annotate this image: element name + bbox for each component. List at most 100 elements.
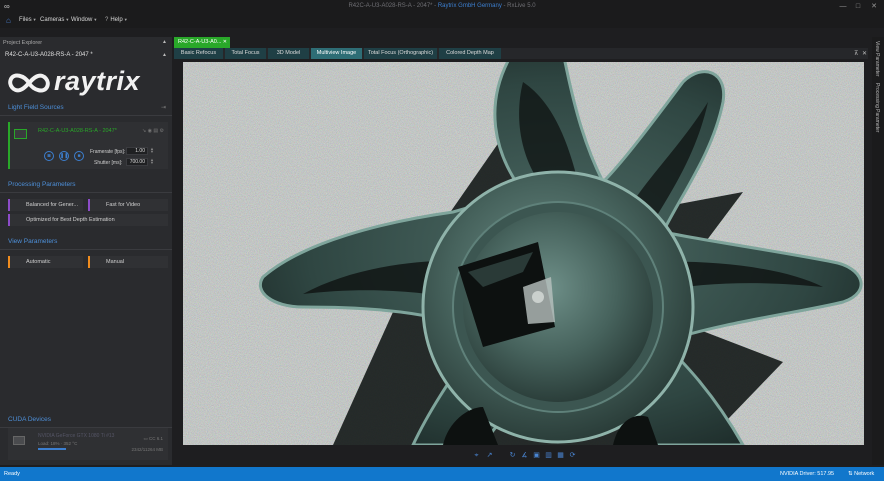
viewer-toolbar: ⌖ ↗ ↻ ∡ ▣ ▥ ▦ ⟳ bbox=[174, 446, 868, 466]
chevron-down-icon: ▼ bbox=[32, 17, 37, 22]
menu-bar: ⌂ Files▼ Cameras▼ Window▼ ? Help▼ bbox=[0, 14, 884, 28]
chevron-down-icon: ▼ bbox=[65, 17, 70, 22]
gpu-icon bbox=[13, 436, 25, 445]
chevron-down-icon: ▼ bbox=[123, 17, 128, 22]
framerate-label: Framerate [fps]: bbox=[90, 149, 126, 155]
cuda-devices-title: CUDA Devices bbox=[8, 416, 51, 423]
project-explorer-panel: Project Explorer ▲ R42-C-A-U3-A028-RS-A … bbox=[0, 37, 172, 465]
menu-cameras-label: Cameras bbox=[40, 17, 65, 23]
pause-button[interactable]: ❚❚ bbox=[59, 151, 69, 161]
tab-basic-refocus[interactable]: Basic Refocus bbox=[174, 48, 224, 59]
menu-help-label: Help bbox=[110, 17, 123, 23]
select-tool-icon[interactable]: ⌖ bbox=[472, 451, 481, 460]
logo-text: raytrix bbox=[54, 66, 141, 96]
tab-overflow-icon[interactable]: ⊼ bbox=[854, 50, 858, 57]
multiview-image-viewer[interactable] bbox=[183, 62, 864, 445]
view-option-manual[interactable]: Manual bbox=[88, 256, 168, 268]
view-tabs: Basic Refocus Total Focus 3D Model Multi… bbox=[174, 48, 868, 59]
document-tab-label: R42-C-A-U3-A0... bbox=[178, 39, 222, 45]
grid-tool-icon[interactable]: ▦ bbox=[556, 451, 565, 460]
option-label: Optimized for Best Depth Estimation bbox=[26, 217, 115, 223]
link-icon[interactable]: ↘ bbox=[142, 128, 146, 134]
framerate-input[interactable]: 1.00 bbox=[126, 147, 148, 155]
tab-colored-depth-map[interactable]: Colored Depth Map bbox=[439, 48, 502, 59]
menu-files[interactable]: Files▼ bbox=[19, 17, 37, 23]
option-marker bbox=[8, 256, 10, 268]
close-button[interactable]: ✕ bbox=[867, 1, 881, 12]
histogram-tool-icon[interactable]: ▥ bbox=[544, 451, 553, 460]
status-network-label: Network bbox=[854, 471, 875, 477]
settings-icon[interactable]: ⚙ bbox=[160, 128, 164, 134]
shutter-input[interactable]: 700.00 bbox=[126, 158, 148, 166]
gpu-version: CC 6.1 bbox=[148, 436, 163, 441]
menu-window[interactable]: Window▼ bbox=[71, 17, 97, 23]
menu-help[interactable]: ? Help▼ bbox=[104, 17, 128, 23]
close-icon[interactable]: ✕ bbox=[223, 37, 227, 48]
pointer-tool-icon[interactable]: ↗ bbox=[485, 451, 494, 460]
divider bbox=[0, 115, 172, 116]
tab-multiview-image[interactable]: Multiview Image bbox=[311, 48, 363, 59]
shutter-spinner[interactable]: ▲ ▼ bbox=[150, 158, 154, 165]
tab-total-focus[interactable]: Total Focus bbox=[225, 48, 267, 59]
project-name[interactable]: R42-C-A-U3-A028-RS-A - 2047 * bbox=[5, 52, 93, 58]
shutter-label: Shutter [ms]: bbox=[94, 160, 123, 166]
gpu-load: Load: 18% · 352 °C bbox=[38, 441, 78, 446]
tab-total-focus-orthographic[interactable]: Total Focus (Orthographic) bbox=[364, 48, 438, 59]
rotate-tool-icon[interactable]: ↻ bbox=[508, 451, 517, 460]
menu-cameras[interactable]: Cameras▼ bbox=[40, 17, 69, 23]
image-tool-icon[interactable]: ▣ bbox=[532, 451, 541, 460]
option-marker bbox=[88, 199, 90, 211]
rxlive-window: ∞ R42C-A-U3-A028-RS-A - 2047* - Raytrix … bbox=[0, 0, 884, 481]
view-option-automatic[interactable]: Automatic bbox=[8, 256, 83, 268]
window-title-brand: Raytrix GmbH Germany bbox=[437, 3, 502, 9]
maximize-button[interactable]: □ bbox=[851, 1, 865, 12]
divider bbox=[0, 192, 172, 193]
eye-icon[interactable]: ◉ bbox=[148, 128, 152, 134]
document-icon[interactable]: ▤ bbox=[153, 128, 158, 134]
processing-parameters-title: Processing Parameters bbox=[8, 181, 76, 188]
raytrix-logo: raytrix bbox=[6, 63, 166, 103]
camera-card[interactable]: R42-C-A-U3-A028-RS-A - 2047* ↘ ◉ ▤ ⚙ ◙ ❚… bbox=[8, 122, 168, 169]
gpu-name: NVIDIA GeForce GTX 1080 Ti #13 bbox=[38, 433, 115, 439]
light-field-sources-title: Light Field Sources bbox=[8, 104, 64, 111]
processing-option-fast[interactable]: Fast for Video bbox=[88, 199, 168, 211]
status-network[interactable]: ⇅ Network bbox=[848, 471, 874, 477]
window-title-suffix: - RxLive 5.0 bbox=[503, 3, 536, 9]
gpu-compute-capability: ▭ CC 6.1 bbox=[143, 436, 163, 442]
home-icon[interactable]: ⌂ bbox=[6, 16, 15, 25]
processing-option-best-depth[interactable]: Optimized for Best Depth Estimation bbox=[8, 214, 168, 226]
minimize-button[interactable]: — bbox=[836, 1, 850, 12]
camera-active-marker bbox=[8, 122, 10, 169]
export-icon[interactable]: ⇥ bbox=[161, 104, 166, 111]
framerate-spinner[interactable]: ▲ ▼ bbox=[150, 147, 154, 154]
view-parameters-title: View Parameters bbox=[8, 238, 58, 245]
view-parameter-dock-tab[interactable]: View Parameter bbox=[874, 41, 880, 76]
option-label: Manual bbox=[106, 259, 125, 265]
angle-tool-icon[interactable]: ∡ bbox=[520, 451, 529, 460]
question-icon: ? bbox=[105, 17, 109, 23]
stop-button[interactable]: ■ bbox=[74, 151, 84, 161]
window-title-prefix: R42C-A-U3-A028-RS-A - 2047* - bbox=[348, 3, 437, 9]
panel-header: Project Explorer bbox=[3, 40, 43, 46]
option-marker bbox=[88, 256, 90, 268]
pin-icon[interactable]: ▲ bbox=[162, 39, 167, 45]
collapse-icon[interactable]: ▲ bbox=[162, 52, 167, 58]
window-title: R42C-A-U3-A028-RS-A - 2047* - Raytrix Gm… bbox=[0, 3, 884, 9]
option-label: Automatic bbox=[26, 259, 51, 265]
option-marker bbox=[8, 199, 10, 211]
title-bar: ∞ R42C-A-U3-A028-RS-A - 2047* - Raytrix … bbox=[0, 0, 884, 14]
tab-3d-model[interactable]: 3D Model bbox=[268, 48, 310, 59]
capture-button[interactable]: ◙ bbox=[44, 151, 54, 161]
document-tab[interactable]: R42-C-A-U3-A0... ✕ bbox=[174, 37, 230, 48]
gpu-load-bar bbox=[38, 448, 66, 450]
status-ready: Ready bbox=[4, 471, 20, 477]
menu-files-label: Files bbox=[19, 17, 32, 23]
chevron-down-icon: ▼ bbox=[93, 17, 98, 22]
close-icon[interactable]: ✕ bbox=[862, 50, 867, 57]
gpu-memory: 2342/11264 MB bbox=[131, 447, 163, 452]
refresh-tool-icon[interactable]: ⟳ bbox=[568, 451, 577, 460]
processing-option-balanced[interactable]: Balanced for Gener... bbox=[8, 199, 83, 211]
option-marker bbox=[8, 214, 10, 226]
processing-parameter-dock-tab[interactable]: Processing Parameter bbox=[874, 83, 880, 132]
cuda-device-card[interactable]: NVIDIA GeForce GTX 1080 Ti #13 Load: 18%… bbox=[8, 428, 168, 460]
